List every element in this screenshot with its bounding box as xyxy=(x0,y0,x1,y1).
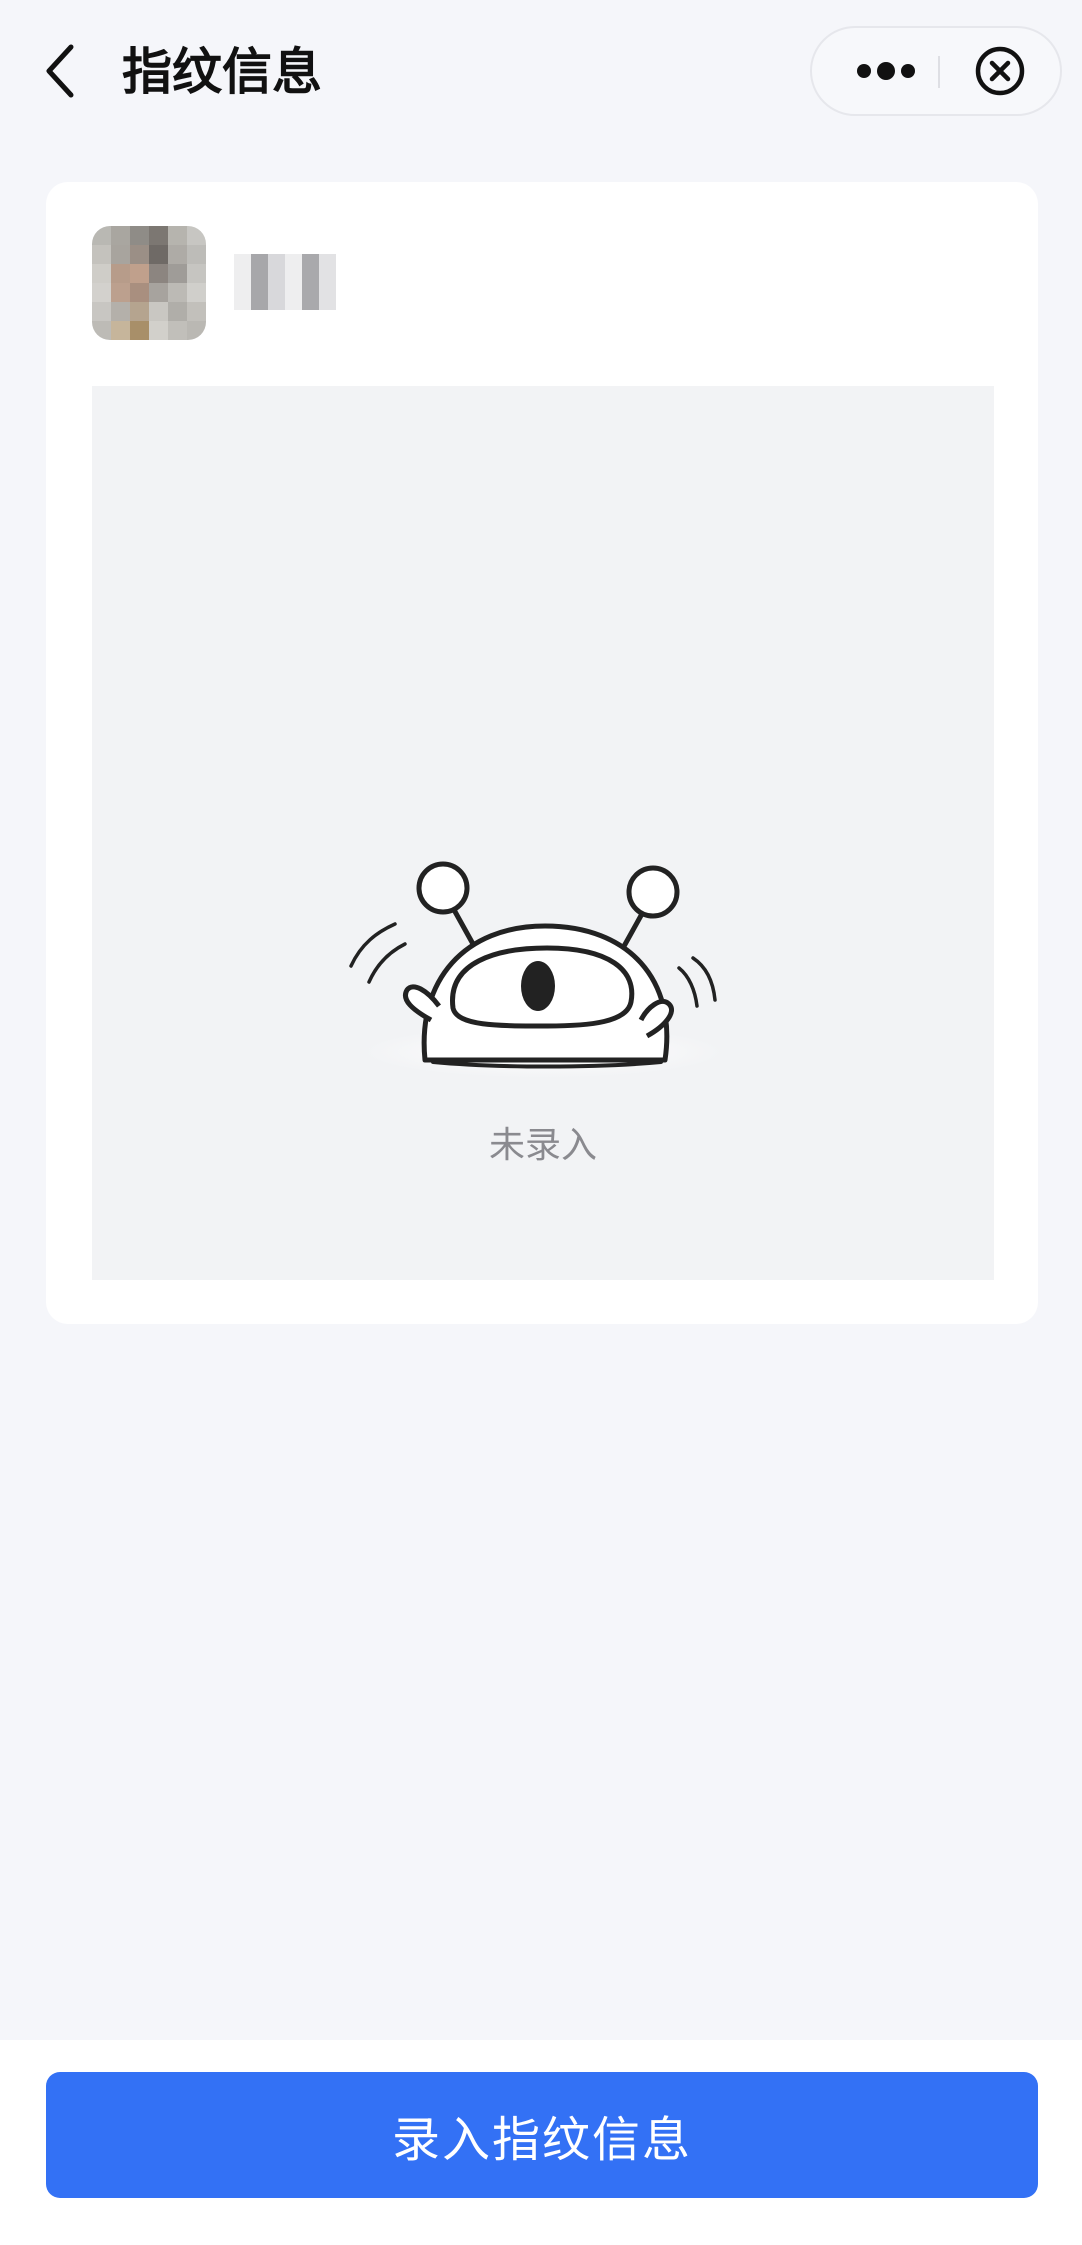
empty-state-panel: 未录入 xyxy=(92,386,994,1280)
user-name-blurred xyxy=(234,254,336,310)
empty-state-text: 未录入 xyxy=(488,1125,597,1166)
capsule-divider xyxy=(938,56,940,88)
mini-program-capsule xyxy=(810,26,1062,116)
fingerprint-card: 未录入 xyxy=(46,182,1038,1324)
enroll-fingerprint-button[interactable]: 录入指纹信息 xyxy=(46,2072,1038,2198)
more-dots-icon xyxy=(857,62,915,80)
more-button[interactable] xyxy=(836,28,936,114)
close-button[interactable] xyxy=(950,28,1050,114)
close-circle-icon xyxy=(975,46,1025,96)
nav-bar: 指纹信息 xyxy=(0,0,1082,140)
avatar xyxy=(92,226,206,340)
chevron-left-icon xyxy=(46,44,74,98)
page-title: 指纹信息 xyxy=(122,43,322,101)
back-button[interactable] xyxy=(40,40,80,102)
bottom-action-bar: 录入指纹信息 xyxy=(0,2040,1082,2245)
mascot-peeking-illustration xyxy=(349,861,723,1078)
